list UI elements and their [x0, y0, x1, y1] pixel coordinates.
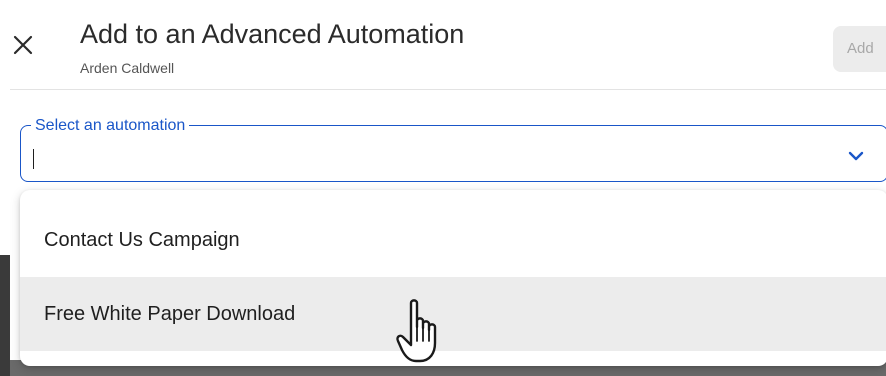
add-to-automation-modal: Add to an Advanced Automation Arden Cald…	[10, 0, 886, 366]
dropdown-option-hovered[interactable]: Free White Paper Download	[20, 277, 886, 351]
page-edge	[0, 0, 10, 376]
text-caret	[33, 149, 34, 169]
modal-title: Add to an Advanced Automation	[80, 19, 465, 49]
dropdown-option[interactable]: Contact Us Campaign	[20, 203, 886, 277]
header-divider	[10, 89, 886, 90]
select-label: Select an automation	[31, 117, 190, 135]
modal-subtitle: Arden Caldwell	[80, 60, 175, 76]
close-icon[interactable]	[12, 34, 34, 56]
add-button[interactable]: Add	[833, 26, 886, 72]
backdrop-overlay	[0, 255, 10, 376]
hand-pointer-icon	[396, 299, 437, 363]
automation-dropdown-menu: Contact Us Campaign Free White Paper Dow…	[20, 190, 886, 366]
chevron-down-icon[interactable]	[847, 147, 865, 165]
